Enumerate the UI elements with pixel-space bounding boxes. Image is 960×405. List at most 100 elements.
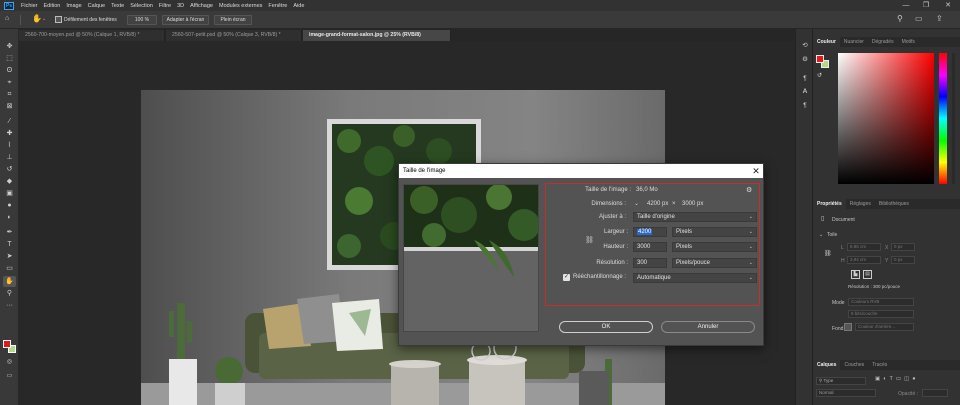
resolution-input[interactable]: 300	[633, 258, 667, 268]
pen-icon[interactable]: ✒	[3, 227, 16, 238]
workspace-icon[interactable]: ▭	[915, 14, 923, 23]
height-unit-select[interactable]: Pixels ⌄	[672, 242, 757, 252]
opacity-field[interactable]	[922, 389, 948, 397]
history-icon[interactable]: ⟲	[800, 41, 810, 50]
character-icon[interactable]: A	[800, 87, 810, 96]
layer-filter-icons[interactable]: ▣◐T▭◫●	[875, 376, 919, 382]
hand-icon[interactable]: ✋	[3, 276, 16, 287]
screen-mode-icon[interactable]: ▭	[3, 371, 16, 382]
path-select-icon[interactable]: ➤	[3, 251, 16, 262]
quick-mask-icon[interactable]: ◎	[3, 357, 16, 368]
fit-to-select[interactable]: Taille d'origine ⌄	[633, 212, 757, 222]
tab-couches[interactable]: Couches	[840, 360, 868, 370]
resolution-unit-select[interactable]: Pixels/pouce ⌄	[672, 258, 757, 268]
move-icon[interactable]: ✥	[3, 41, 16, 52]
quick-select-icon[interactable]: ⌖	[3, 77, 16, 88]
type-icon[interactable]: T	[3, 239, 16, 250]
zoom-icon[interactable]: ⚲	[3, 288, 16, 299]
gear-icon[interactable]: ⚙	[746, 186, 752, 194]
home-icon[interactable]: ⌂	[5, 15, 9, 22]
chevron-down-icon[interactable]: ⌄	[634, 200, 639, 207]
gradient-icon[interactable]: ▣	[3, 188, 16, 199]
tab-proprietes[interactable]: Propriétés	[813, 199, 846, 209]
panel-foreground-swatch[interactable]	[816, 55, 824, 63]
canvas-width-field[interactable]: 8,96 cm	[847, 243, 881, 251]
foreground-color-swatch[interactable]	[3, 340, 11, 348]
maximize-button[interactable]: ❐	[916, 0, 936, 11]
tab-document-3[interactable]: image-grand-format-salon.jpg @ 25% (RVB/…	[303, 30, 451, 41]
resample-select[interactable]: Automatique ⌄	[633, 273, 757, 283]
layer-filter-select[interactable]: ⚲ Type	[816, 377, 866, 385]
width-input[interactable]: 4200	[633, 227, 667, 237]
properties-icon[interactable]: ⚙	[800, 55, 810, 64]
menu-texte[interactable]: Texte	[108, 3, 127, 9]
canvas-y-field[interactable]: 0 px	[891, 256, 915, 264]
fond-select[interactable]: Couleur d'arrière...	[855, 323, 914, 331]
link-icon[interactable]: ⛓	[824, 250, 832, 257]
canvas-x-field[interactable]: 0 px	[891, 243, 915, 251]
tab-traces[interactable]: Tracés	[868, 360, 891, 370]
lasso-icon[interactable]: ʘ	[3, 65, 16, 76]
fond-swatch[interactable]	[844, 323, 852, 331]
menu-modules-externes[interactable]: Modules externes	[216, 3, 265, 9]
link-icon[interactable]: ⛓	[585, 236, 594, 244]
stamp-icon[interactable]: ⊥	[3, 152, 16, 163]
scrollbar[interactable]	[952, 53, 955, 184]
menu-3d[interactable]: 3D	[174, 3, 187, 9]
fit-screen-button[interactable]: Adapter à l'écran	[162, 15, 209, 25]
tab-reglages[interactable]: Réglages	[846, 199, 875, 209]
search-icon[interactable]: ⚲	[897, 14, 903, 23]
shape-icon[interactable]: ▭	[3, 263, 16, 274]
mode-select[interactable]: Couleurs RVB	[848, 298, 914, 306]
tab-document-1[interactable]: 2560-700-moyen.psd @ 50% (Calque 1, RVB/…	[19, 30, 165, 41]
cancel-button[interactable]: Annuler	[661, 321, 755, 333]
resample-checkbox[interactable]: ✓	[563, 274, 570, 281]
canvas-height-field[interactable]: 3,94 cm	[847, 256, 881, 264]
tab-calques[interactable]: Calques	[813, 360, 841, 370]
menu-affichage[interactable]: Affichage	[187, 3, 216, 9]
tab-bibliotheques[interactable]: Bibliothèques	[875, 199, 913, 209]
menu-calque[interactable]: Calque	[85, 3, 108, 9]
menu-selection[interactable]: Sélection	[127, 3, 156, 9]
menu-aide[interactable]: Aide	[290, 3, 307, 9]
hand-tool-icon[interactable]: ✋	[32, 14, 42, 23]
share-icon[interactable]: ⇪	[936, 14, 943, 23]
chevron-down-icon[interactable]: ⌄	[819, 232, 823, 238]
close-window-button[interactable]: ✕	[938, 0, 958, 11]
scroll-all-checkbox[interactable]	[55, 16, 62, 23]
height-input[interactable]: 3000	[633, 242, 667, 252]
hue-slider[interactable]	[939, 53, 947, 184]
minimize-button[interactable]: —	[896, 0, 916, 11]
menu-filtre[interactable]: Filtre	[156, 3, 174, 9]
width-unit-select[interactable]: Pixels ⌄	[672, 227, 757, 237]
paragraph-icon[interactable]: ¶	[800, 74, 810, 83]
tab-couleur[interactable]: Couleur	[813, 37, 840, 47]
chevron-down-icon[interactable]: ⌄	[42, 16, 46, 22]
dodge-icon[interactable]: ◐	[3, 212, 16, 223]
tab-motifs[interactable]: Motifs	[898, 37, 919, 47]
blend-mode-select[interactable]: Normal	[816, 389, 876, 397]
more-tools-icon[interactable]: ···	[3, 300, 16, 311]
color-picker-field[interactable]	[838, 53, 934, 184]
history-brush-icon[interactable]: ↺	[3, 164, 16, 175]
eyedropper-icon[interactable]: ⁄	[3, 116, 16, 127]
ok-button[interactable]: OK	[559, 321, 653, 333]
zoom-100-button[interactable]: 100 %	[127, 15, 157, 25]
menu-fenetre[interactable]: Fenêtre	[265, 3, 290, 9]
frame-icon[interactable]: ⊠	[3, 101, 16, 112]
canvas-resize-icon[interactable]: ▙	[851, 270, 860, 279]
blur-icon[interactable]: ●	[3, 200, 16, 211]
menu-fichier[interactable]: Fichier	[18, 3, 41, 9]
image-preview[interactable]	[403, 184, 539, 332]
crop-icon[interactable]: ⌗	[3, 89, 16, 100]
healing-icon[interactable]: ✚	[3, 128, 16, 139]
full-screen-button[interactable]: Plein écran	[214, 15, 252, 25]
menu-edition[interactable]: Edition	[41, 3, 64, 9]
brush-icon[interactable]: ⌇	[3, 140, 16, 151]
eraser-icon[interactable]: ◆	[3, 176, 16, 187]
menu-image[interactable]: Image	[63, 3, 84, 9]
bits-select[interactable]: 8 bits/couche	[848, 310, 914, 318]
close-icon[interactable]: ✕	[749, 164, 763, 178]
marquee-icon[interactable]: ⬚	[3, 53, 16, 64]
tab-nuancier[interactable]: Nuancier	[840, 37, 868, 47]
